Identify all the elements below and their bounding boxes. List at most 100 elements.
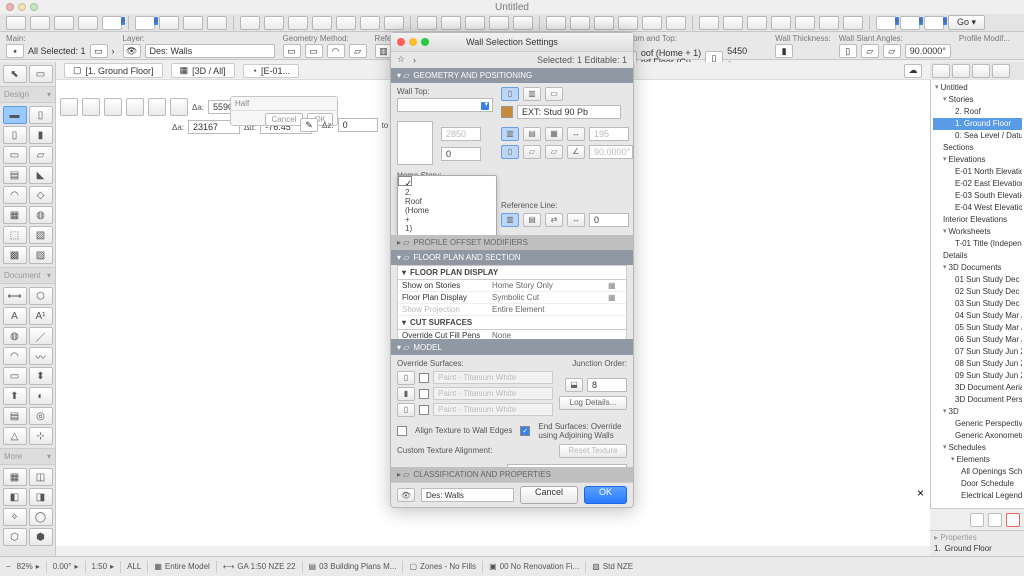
surface-bottom-name[interactable]: Paint - Titanium White: [433, 403, 553, 416]
tool-dim[interactable]: ⟷: [3, 287, 27, 305]
height-field[interactable]: 2850: [441, 127, 481, 141]
surface-top-icon[interactable]: ▯: [397, 371, 415, 385]
dialog-min-icon[interactable]: [409, 38, 417, 46]
surface-top-check[interactable]: [419, 373, 429, 383]
properties-header[interactable]: ▸ Properties: [934, 533, 1020, 542]
coord-btn[interactable]: [126, 98, 144, 116]
back-icon[interactable]: ›: [413, 55, 416, 65]
tool-icon[interactable]: [570, 16, 590, 30]
junction-icon[interactable]: ⬓: [565, 378, 583, 392]
tree-3ddoc-item[interactable]: 09 Sun Study Jun 22: [933, 370, 1022, 382]
tool-more[interactable]: ⬡: [3, 528, 27, 546]
tool-dropdown[interactable]: [876, 16, 896, 30]
tool-stair[interactable]: ▤: [3, 166, 27, 184]
tool-curtain[interactable]: ▦: [3, 206, 27, 224]
tool-ie[interactable]: ◐: [29, 387, 53, 405]
cut-row-value[interactable]: None: [492, 331, 608, 339]
tool-wall[interactable]: ▬: [3, 106, 27, 124]
palette-header-design[interactable]: Design▾: [0, 86, 55, 103]
tool-icon[interactable]: [78, 16, 98, 30]
tree-schedules[interactable]: Schedules: [933, 442, 1022, 454]
tree-sections[interactable]: Sections: [933, 142, 1022, 154]
tool-icon[interactable]: [159, 16, 179, 30]
tool-detail[interactable]: ◎: [29, 407, 53, 425]
tool-icon[interactable]: [207, 16, 227, 30]
tree-elev-item[interactable]: E-03 South Elevation: [933, 190, 1022, 202]
refplane-icon[interactable]: ▤: [523, 127, 541, 141]
tool-icon[interactable]: [312, 16, 332, 30]
tree-3ddoc-item[interactable]: 3D Document Aerial: [933, 382, 1022, 394]
tool-more[interactable]: ◯: [29, 508, 53, 526]
tree-story-selected[interactable]: 1. Ground Floor: [933, 118, 1022, 130]
tab-3d-all[interactable]: ▦[3D / All]: [171, 63, 235, 78]
tool-dropdown[interactable]: [102, 16, 122, 30]
modelview-value[interactable]: Entire Model: [165, 562, 210, 571]
tool-icon[interactable]: [384, 16, 404, 30]
tool-level[interactable]: ⬡: [29, 287, 53, 305]
coord-btn[interactable]: [170, 98, 188, 116]
tool-beam[interactable]: ▭: [3, 146, 27, 164]
junction-field[interactable]: 8: [587, 378, 627, 392]
geom-trap-icon[interactable]: ▱: [349, 44, 367, 58]
tool-icon[interactable]: [666, 16, 686, 30]
reno-value[interactable]: 00 No Renovation Fi...: [500, 562, 580, 571]
surface-bottom-icon[interactable]: ▯: [397, 403, 415, 417]
struct-profile-icon[interactable]: ▭: [545, 87, 563, 101]
tree-interior[interactable]: Interior Elevations: [933, 214, 1022, 226]
tree-elev[interactable]: Elevations: [933, 154, 1022, 166]
row-edit-icon[interactable]: ▦: [608, 293, 622, 302]
selection-arrow-icon[interactable]: ⭑: [6, 44, 24, 58]
tool-dropdown[interactable]: [135, 16, 155, 30]
tool-slab[interactable]: ▱: [29, 146, 53, 164]
tool-dropdown[interactable]: [900, 16, 920, 30]
refline-pos-icon[interactable]: ▥: [501, 213, 519, 227]
traffic-zoom[interactable]: [30, 3, 38, 11]
tool-more[interactable]: ◧: [3, 488, 27, 506]
log-details-button[interactable]: Log Details...: [559, 396, 627, 410]
geom-chain-icon[interactable]: ▭: [305, 44, 323, 58]
thickness-field[interactable]: 195: [589, 127, 629, 141]
tool-icon[interactable]: [513, 16, 533, 30]
tool-roof[interactable]: ◣: [29, 166, 53, 184]
fp-row-value[interactable]: Home Story Only: [492, 281, 608, 290]
tool-more[interactable]: ◨: [29, 488, 53, 506]
fp-row-value[interactable]: Symbolic Cut: [492, 293, 608, 302]
thickness-icon[interactable]: ↔: [567, 127, 585, 141]
tree-root[interactable]: Untitled: [933, 82, 1022, 94]
tool-text[interactable]: A: [3, 307, 27, 325]
half-cancel[interactable]: Cancel: [265, 113, 304, 126]
wall-top-option[interactable]: 2. Roof (Home + 1): [398, 176, 412, 186]
dialog-close-icon[interactable]: [397, 38, 405, 46]
tool-arrow[interactable]: ⬉: [3, 65, 27, 83]
tool-mesh[interactable]: ▩: [3, 246, 27, 264]
struct-composite-icon[interactable]: ▥: [523, 87, 541, 101]
tool-line[interactable]: ／: [29, 327, 53, 345]
tool-icon[interactable]: [594, 16, 614, 30]
offset-field[interactable]: 0: [441, 147, 481, 161]
tab-ground-floor[interactable]: ▢[1. Ground Floor]: [64, 63, 163, 78]
refplane-icon[interactable]: ▦: [545, 127, 563, 141]
cloud-icon[interactable]: ☁: [904, 64, 922, 78]
angle-value[interactable]: 0.00°: [53, 562, 72, 571]
angle-field[interactable]: 90.0000°: [589, 145, 633, 159]
geom-arc-icon[interactable]: ◠: [327, 44, 345, 58]
favorite-icon[interactable]: ☆: [397, 54, 405, 65]
tool-drawing[interactable]: ▭: [3, 367, 27, 385]
tool-icon[interactable]: [747, 16, 767, 30]
tool-zone[interactable]: ▧: [29, 226, 53, 244]
delta-z-field[interactable]: 0: [338, 118, 378, 132]
tool-object[interactable]: ⬚: [3, 226, 27, 244]
tool-shell[interactable]: ◠: [3, 186, 27, 204]
bt-height[interactable]: 5450: [727, 44, 767, 58]
tree-3ddoc-item[interactable]: 08 Sun Study Jun 22: [933, 358, 1022, 370]
tool-icon[interactable]: [699, 16, 719, 30]
surface-top-name[interactable]: Paint - Titanium White: [433, 371, 553, 384]
tool-icon[interactable]: [30, 16, 50, 30]
surface-side-name[interactable]: Paint - Titanium White: [433, 387, 553, 400]
tool-more[interactable]: ⬢: [29, 528, 53, 546]
refoffset-icon[interactable]: ↔: [567, 213, 585, 227]
coord-btn[interactable]: [148, 98, 166, 116]
tree-3d[interactable]: 3D: [933, 406, 1022, 418]
traffic-min[interactable]: [18, 3, 26, 11]
tab-elevation[interactable]: ◔[E-01...: [243, 64, 299, 78]
